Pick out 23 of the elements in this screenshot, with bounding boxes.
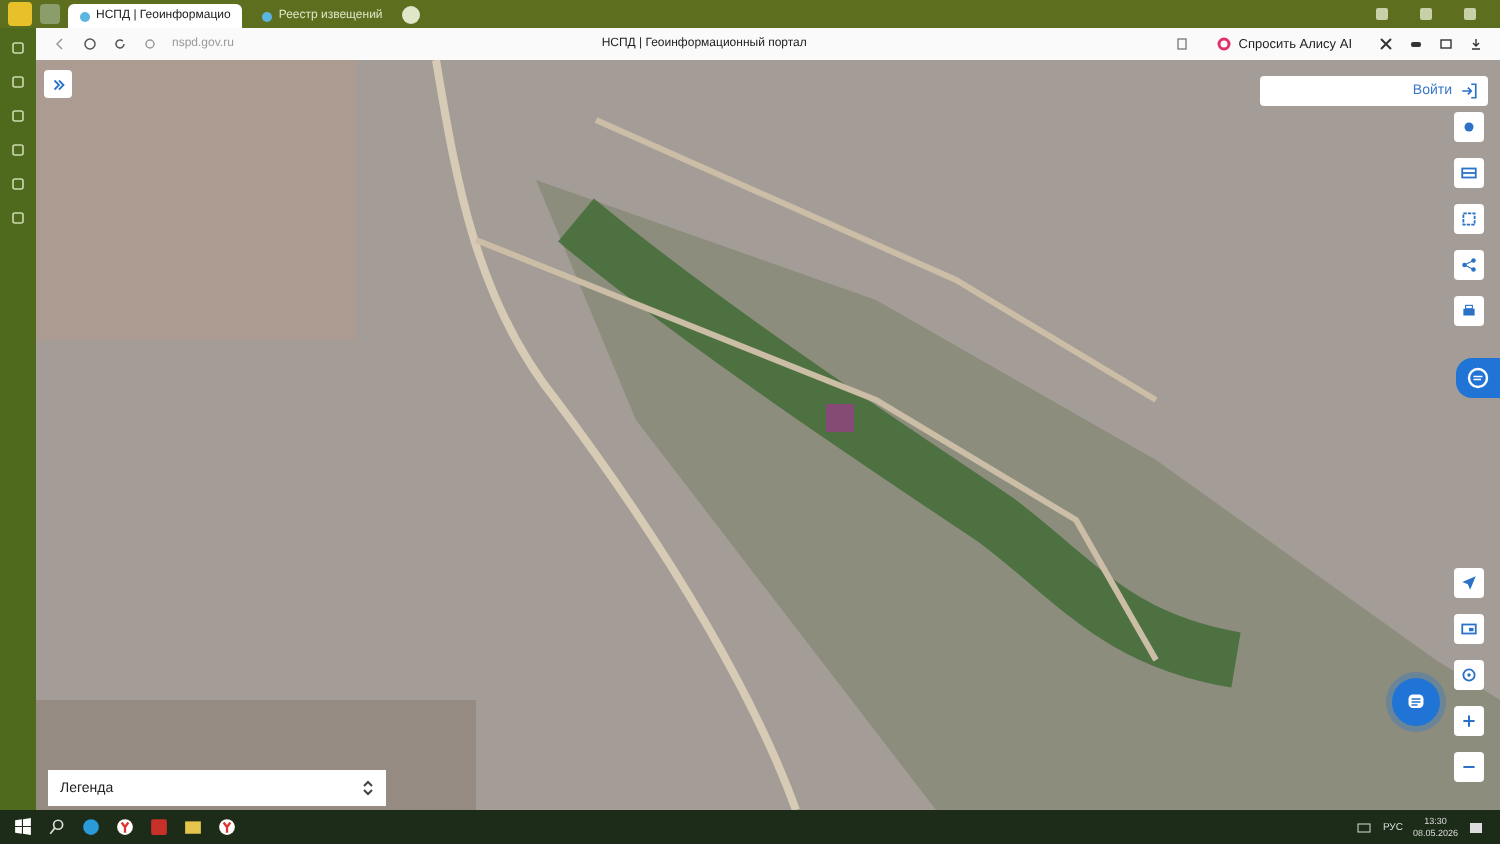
location-pin-icon[interactable] <box>1454 112 1484 142</box>
minimap-icon[interactable] <box>1454 614 1484 644</box>
expand-panel-icon[interactable] <box>44 70 72 98</box>
ring-icon[interactable] <box>1216 36 1233 52</box>
windows-start-icon[interactable] <box>14 818 32 836</box>
print-icon[interactable] <box>1454 296 1484 326</box>
layers-icon[interactable] <box>1454 158 1484 188</box>
app-icon[interactable] <box>150 818 168 836</box>
search-icon[interactable] <box>48 818 66 836</box>
zoom-in-icon[interactable] <box>1454 706 1484 736</box>
y-browser-icon[interactable] <box>116 818 134 836</box>
back-icon[interactable] <box>52 36 68 52</box>
satellite-map-drawing[interactable] <box>36 60 1500 810</box>
zoom-out-icon[interactable] <box>1454 752 1484 782</box>
y-browser-icon[interactable] <box>218 818 236 836</box>
share-icon[interactable] <box>1454 250 1484 280</box>
login-icon <box>1460 82 1478 100</box>
sort-chevrons-icon <box>362 780 374 796</box>
reload-icon[interactable] <box>112 36 128 52</box>
area-select-icon[interactable] <box>1454 204 1484 234</box>
target-icon[interactable] <box>1454 660 1484 690</box>
chat-icon[interactable] <box>1456 358 1500 398</box>
download-icon[interactable] <box>1468 36 1484 52</box>
